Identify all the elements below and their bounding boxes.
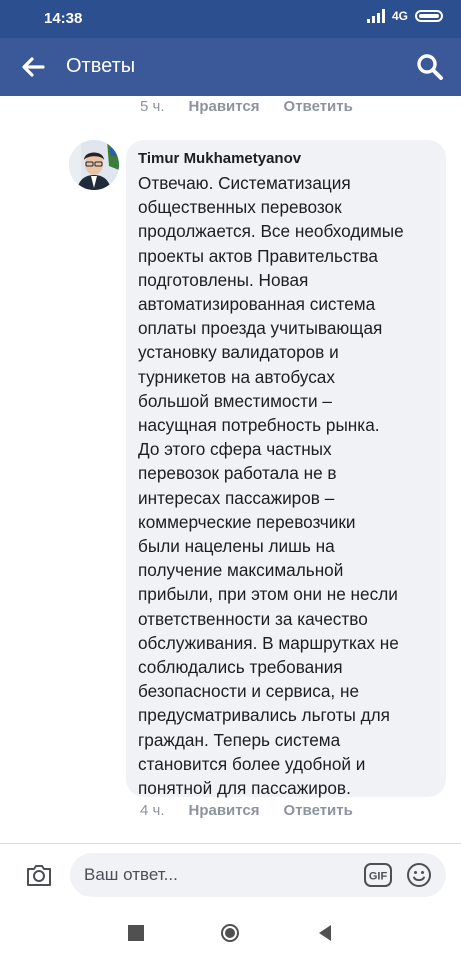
comment-text: Отвечаю. Систематизация общественных пер… — [138, 173, 404, 799]
status-bar: 14:38 4G — [0, 0, 461, 38]
signal-icon — [366, 9, 385, 23]
camera-icon[interactable] — [24, 860, 54, 890]
comment-time: 5 ч. — [140, 98, 165, 115]
comment-meta: 4 ч. Нравится Ответить — [140, 802, 353, 819]
reply-button[interactable]: Ответить — [284, 802, 353, 819]
comment-bubble: Timur Mukhametyanov Отвечаю. Систематиза… — [126, 140, 446, 799]
avatar[interactable] — [69, 140, 119, 190]
avatar-image — [69, 140, 119, 190]
like-button[interactable]: Нравится — [189, 802, 260, 819]
reply-placeholder: Ваш ответ... — [84, 865, 178, 884]
previous-comment-meta: 5 ч. Нравится Ответить — [140, 98, 353, 115]
square-nav-icon[interactable] — [128, 925, 144, 941]
reply-bar: Ваш ответ... GIF — [0, 844, 461, 906]
gif-label: GIF — [369, 871, 388, 883]
page-title: Ответы — [66, 55, 136, 77]
status-icons: 4G — [366, 9, 443, 23]
reply-button[interactable]: Ответить — [284, 98, 353, 115]
like-button[interactable]: Нравится — [189, 98, 260, 115]
reply-input[interactable]: Ваш ответ... GIF — [70, 853, 446, 897]
comment-time: 4 ч. — [140, 802, 165, 819]
smiley-icon[interactable] — [406, 862, 432, 888]
app-bar: Ответы — [0, 38, 461, 96]
battery-icon — [415, 10, 443, 22]
comment-author[interactable]: Timur Mukhametyanov — [138, 149, 432, 169]
search-icon[interactable] — [415, 52, 445, 82]
system-nav-bar — [0, 906, 461, 960]
network-type: 4G — [391, 9, 408, 23]
gif-icon[interactable]: GIF — [364, 863, 392, 887]
back-nav-icon[interactable] — [316, 923, 334, 943]
back-arrow-icon[interactable] — [18, 52, 48, 82]
home-nav-icon[interactable] — [220, 923, 240, 943]
status-time: 14:38 — [44, 10, 83, 27]
